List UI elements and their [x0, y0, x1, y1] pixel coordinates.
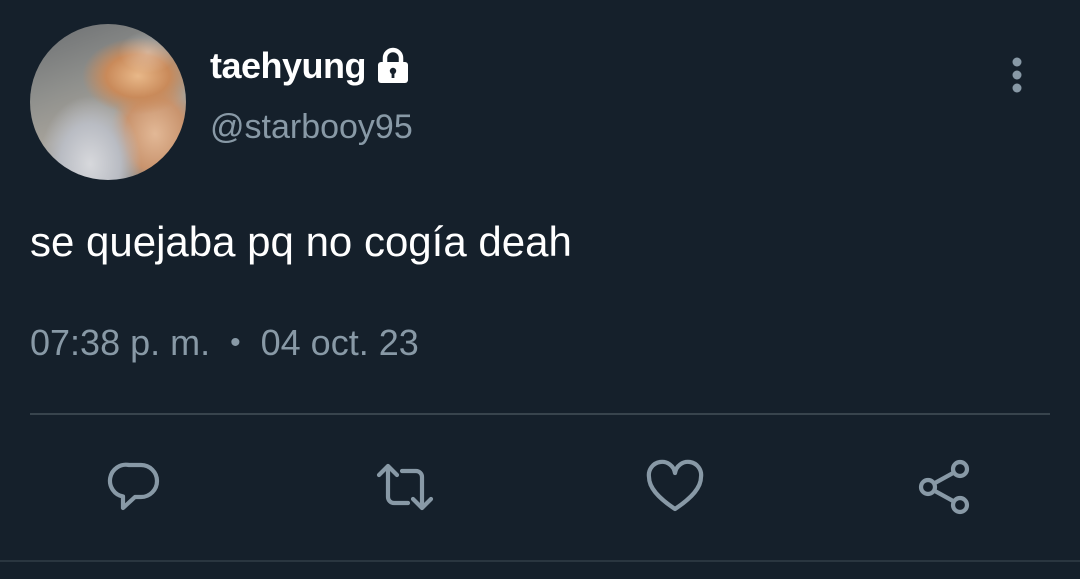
tweet-time: 07:38 p. m. [30, 322, 211, 363]
divider [30, 413, 1050, 415]
share-button[interactable] [913, 455, 977, 519]
tweet-detail: taehyung @starbooy95 se quejaba pq no co… [0, 0, 1080, 579]
like-button[interactable] [643, 455, 707, 519]
tweet-text: se quejaba pq no cogía deah [30, 218, 572, 265]
reply-icon [107, 462, 160, 511]
author-handle[interactable]: @starbooy95 [210, 108, 413, 147]
more-vertical-icon[interactable] [1000, 56, 1034, 96]
tweet-date: 04 oct. 23 [260, 322, 419, 363]
author-name-row[interactable]: taehyung [210, 44, 412, 88]
tweet-timestamp[interactable]: 07:38 p. m. • 04 oct. 23 [30, 322, 419, 364]
display-name[interactable]: taehyung [210, 45, 367, 87]
heart-icon [646, 459, 704, 512]
lock-icon [374, 47, 412, 85]
share-icon [918, 459, 970, 515]
tweet-actions-bar [0, 455, 1080, 525]
retweet-icon [376, 463, 434, 511]
bottom-divider [0, 560, 1080, 562]
meta-separator: • [230, 326, 241, 359]
avatar[interactable] [30, 24, 186, 180]
retweet-button[interactable] [373, 455, 437, 519]
reply-button[interactable] [103, 455, 167, 519]
